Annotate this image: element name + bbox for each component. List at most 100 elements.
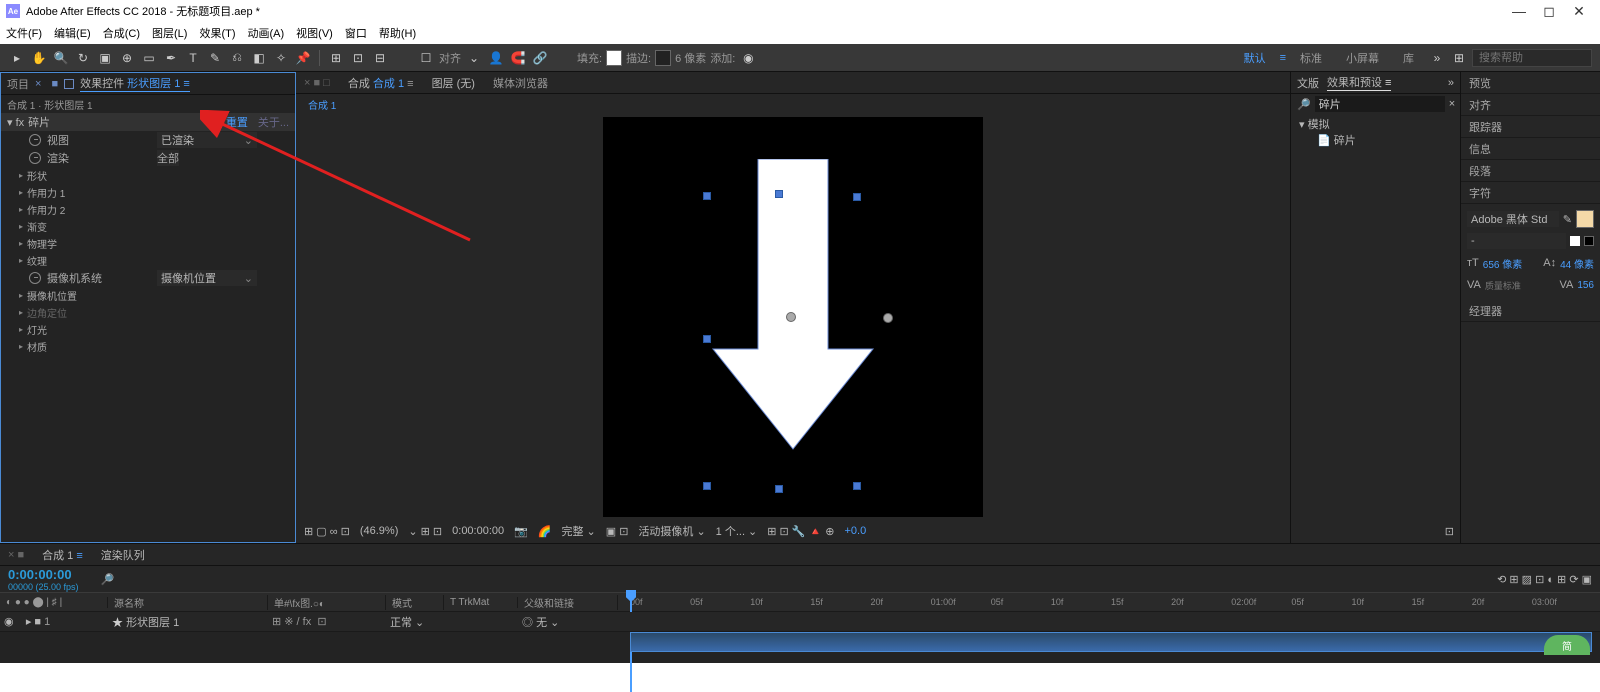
zoom-value[interactable]: (46.9%): [360, 525, 399, 537]
media-browser-tab[interactable]: 媒体浏览器: [493, 75, 548, 91]
puppet-tool-icon[interactable]: 📌: [294, 49, 312, 67]
col-trkmat[interactable]: T TrkMat: [444, 597, 518, 608]
stopwatch-icon[interactable]: [29, 152, 41, 164]
selection-handle[interactable]: [703, 192, 711, 200]
section-manager[interactable]: 经理器: [1461, 300, 1600, 322]
maximize-button[interactable]: ◻: [1534, 3, 1564, 20]
hand-tool-icon[interactable]: ✋: [30, 49, 48, 67]
group-material[interactable]: 材质: [1, 338, 295, 355]
roto-tool-icon[interactable]: ✧: [272, 49, 290, 67]
effect-reset[interactable]: 重置: [226, 114, 248, 130]
snap-checkbox[interactable]: ☐: [417, 49, 435, 67]
current-timecode[interactable]: 0:00:00:00: [8, 567, 79, 582]
tree-item-shatter[interactable]: 📄 碎片: [1299, 132, 1452, 148]
col-parent[interactable]: 父级和链接: [518, 595, 618, 610]
effect-header[interactable]: ▾ fx 碎片 重置 关于...: [1, 113, 295, 131]
arrow-shape[interactable]: [703, 159, 883, 459]
font-style-dropdown[interactable]: -: [1467, 233, 1566, 249]
display-icon[interactable]: ⊞ ▢ ∞ ⊡: [304, 525, 350, 538]
selection-handle[interactable]: [853, 193, 861, 201]
eyedropper-icon[interactable]: ✎: [1563, 213, 1572, 226]
anchor-point-icon[interactable]: [786, 312, 796, 322]
font-dropdown[interactable]: Adobe 黑体 Std: [1467, 211, 1559, 227]
layer-duration-bar[interactable]: [630, 632, 1592, 652]
fill-swatch[interactable]: [606, 50, 622, 66]
corner-badge[interactable]: 简: [1544, 635, 1590, 655]
section-preview[interactable]: 预览: [1461, 72, 1600, 94]
trash-icon[interactable]: ⊡: [1445, 525, 1454, 541]
mode-dropdown[interactable]: 正常: [390, 617, 412, 629]
minimize-button[interactable]: —: [1504, 3, 1534, 19]
roi-icon[interactable]: ▣ ⊡: [606, 525, 629, 538]
effect-controls-tab[interactable]: 效果控件 形状图层 1 ≡: [80, 75, 190, 92]
fill-swatch[interactable]: [1584, 236, 1594, 246]
camera-dropdown[interactable]: 活动摄像机 ⌄: [638, 523, 705, 539]
section-tracker[interactable]: 跟踪器: [1461, 116, 1600, 138]
timeline-comp-tab[interactable]: 合成 1 ≡: [42, 547, 83, 563]
effects-presets-tab[interactable]: 效果和预设 ≡: [1327, 74, 1391, 91]
section-align[interactable]: 对齐: [1461, 94, 1600, 116]
close-button[interactable]: ✕: [1564, 3, 1594, 20]
group-gradient[interactable]: 渐变: [1, 218, 295, 235]
link-icon[interactable]: 🔗: [531, 49, 549, 67]
snap-icon[interactable]: ⊡: [349, 49, 367, 67]
menu-edit[interactable]: 编辑(E): [54, 25, 91, 41]
channel-icon[interactable]: 🌈: [538, 525, 552, 538]
effect-about[interactable]: 关于...: [258, 114, 289, 130]
font-size[interactable]: 656 像素: [1483, 256, 1522, 271]
layer-row[interactable]: ◉ ▸ ■ 1 ★ 形状图层 1 ⊞ ※ / fx ⊡ 正常 ⌄ ◎ 无 ⌄: [0, 612, 1600, 632]
layer-tab[interactable]: 图层 (无): [432, 75, 475, 91]
camera-tool-icon[interactable]: ▣: [96, 49, 114, 67]
parent-dropdown[interactable]: 无: [536, 617, 547, 629]
zoom-tool-icon[interactable]: 🔍: [52, 49, 70, 67]
comp-breadcrumb[interactable]: 合成 1: [296, 94, 1290, 114]
workspace-small[interactable]: 小屏幕: [1336, 48, 1389, 68]
col-source[interactable]: 源名称: [108, 595, 268, 610]
selection-handle[interactable]: [703, 482, 711, 490]
add-dropdown-icon[interactable]: ◉: [739, 49, 757, 67]
composition-viewer[interactable]: [296, 114, 1290, 519]
render-queue-tab[interactable]: 渲染队列: [101, 547, 145, 563]
section-character[interactable]: 字符: [1461, 182, 1600, 204]
stroke-width[interactable]: 6 像素: [675, 50, 706, 66]
workspace-standard[interactable]: 标准: [1290, 48, 1332, 68]
menu-file[interactable]: 文件(F): [6, 25, 42, 41]
grid-icon[interactable]: ⊞: [327, 49, 345, 67]
clone-tool-icon[interactable]: ⎌: [228, 49, 246, 67]
help-search-input[interactable]: [1472, 49, 1592, 67]
group-corner[interactable]: 边角定位: [1, 304, 295, 321]
menu-help[interactable]: 帮助(H): [379, 25, 416, 41]
section-info[interactable]: 信息: [1461, 138, 1600, 160]
rotate-tool-icon[interactable]: ↻: [74, 49, 92, 67]
menu-window[interactable]: 窗口: [345, 25, 367, 41]
camera-system-dropdown[interactable]: 摄像机位置: [157, 270, 257, 286]
more-icon[interactable]: »: [1448, 77, 1454, 89]
selection-handle[interactable]: [883, 313, 893, 323]
menu-effect[interactable]: 效果(T): [199, 25, 235, 41]
group-camera-pos[interactable]: 摄像机位置: [1, 287, 295, 304]
selection-handle[interactable]: [775, 190, 783, 198]
stopwatch-icon[interactable]: [29, 134, 41, 146]
menu-layer[interactable]: 图层(L): [152, 25, 187, 41]
section-paragraph[interactable]: 段落: [1461, 160, 1600, 182]
stopwatch-icon[interactable]: [29, 272, 41, 284]
views-dropdown[interactable]: 1 个... ⌄: [716, 523, 758, 539]
workspace-default[interactable]: 默认: [1234, 48, 1276, 68]
effects-search-input[interactable]: [1315, 96, 1445, 112]
workspace-library[interactable]: 库: [1393, 48, 1424, 68]
tree-group[interactable]: ▾ 模拟: [1299, 116, 1452, 132]
menu-view[interactable]: 视图(V): [296, 25, 333, 41]
group-force1[interactable]: 作用力 1: [1, 184, 295, 201]
exposure-value[interactable]: +0.0: [845, 525, 867, 537]
resolution-dropdown[interactable]: 完整 ⌄: [562, 523, 596, 539]
render-value[interactable]: 全部: [157, 150, 179, 166]
selection-tool-icon[interactable]: ▸: [8, 49, 26, 67]
group-physics[interactable]: 物理学: [1, 235, 295, 252]
comp-tab[interactable]: 合成 合成 1 ≡: [348, 75, 414, 91]
brush-tool-icon[interactable]: ✎: [206, 49, 224, 67]
group-force2[interactable]: 作用力 2: [1, 201, 295, 218]
magnet-icon[interactable]: 🧲: [509, 49, 527, 67]
rect-tool-icon[interactable]: ▭: [140, 49, 158, 67]
group-shape[interactable]: 形状: [1, 167, 295, 184]
comp-canvas[interactable]: [603, 117, 983, 517]
